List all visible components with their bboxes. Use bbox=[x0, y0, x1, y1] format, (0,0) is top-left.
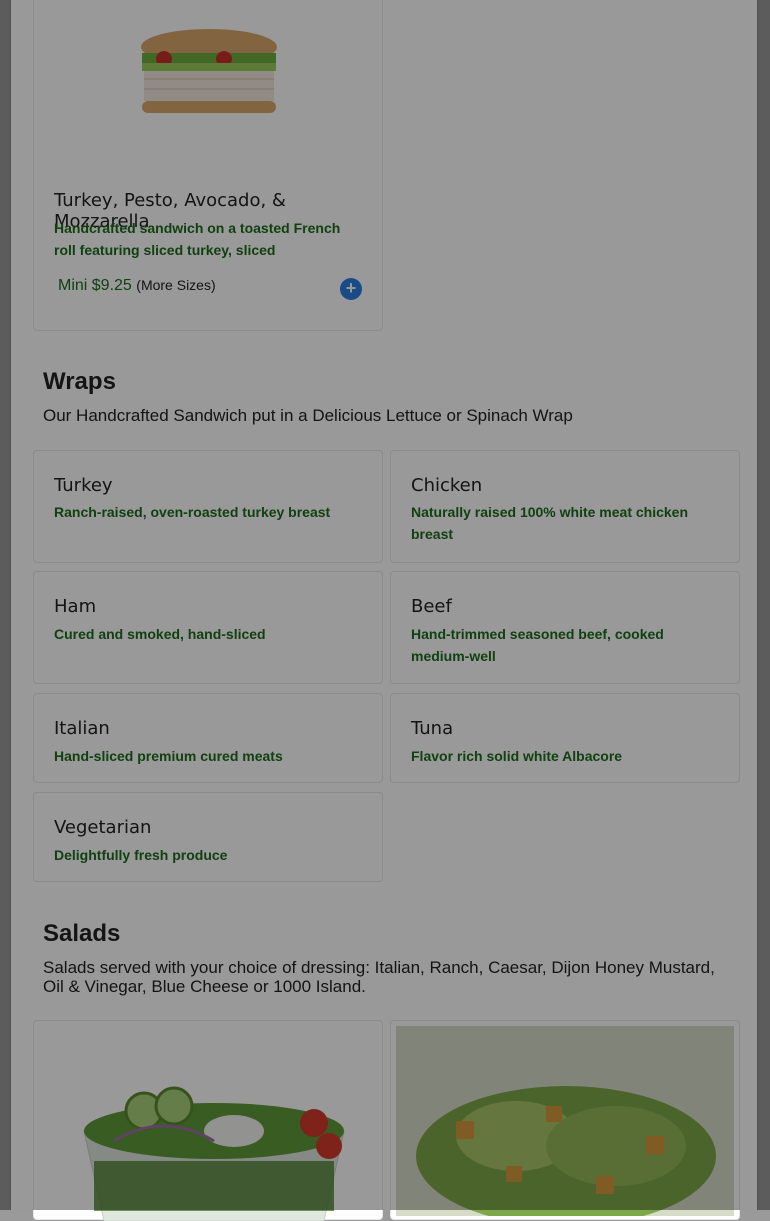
wrap-item-description: Ranch-raised, oven-roasted turkey breast bbox=[54, 504, 331, 520]
wrap-item-description: Hand-sliced premium cured meats bbox=[54, 748, 283, 764]
wrap-item-description: Naturally raised 100% white meat chicken… bbox=[411, 504, 689, 542]
wrap-item-card[interactable]: Italian Hand-sliced premium cured meats bbox=[33, 693, 383, 783]
price-label: Mini $9.25 bbox=[58, 277, 132, 294]
wrap-item-title: Turkey bbox=[54, 475, 113, 496]
salad-image bbox=[83, 1086, 345, 1221]
add-to-cart-icon[interactable]: + bbox=[340, 278, 362, 300]
wrap-item-title: Vegetarian bbox=[54, 817, 152, 838]
wrap-item-description: Cured and smoked, hand-sliced bbox=[54, 626, 266, 642]
wrap-item-card[interactable]: Tuna Flavor rich solid white Albacore bbox=[390, 693, 740, 783]
wrap-item-description: Delightfully fresh produce bbox=[54, 847, 228, 863]
wrap-item-card[interactable]: Ham Cured and smoked, hand-sliced bbox=[33, 571, 383, 684]
menu-item-description: Handcrafted sandwich on a toasted French… bbox=[54, 220, 341, 258]
section-title-wraps: Wraps bbox=[43, 368, 116, 395]
menu-page: Turkey, Pesto, Avocado, & Mozzarella Han… bbox=[10, 0, 758, 1221]
section-subtitle-wraps: Our Handcrafted Sandwich put in a Delici… bbox=[43, 406, 573, 425]
wrap-item-title: Beef bbox=[411, 596, 452, 617]
caesar-salad-image bbox=[396, 1026, 734, 1216]
menu-item-card[interactable]: Turkey, Pesto, Avocado, & Mozzarella Han… bbox=[33, 0, 383, 331]
wrap-item-card[interactable]: Chicken Naturally raised 100% white meat… bbox=[390, 450, 740, 563]
wrap-item-title: Chicken bbox=[411, 475, 483, 496]
wrap-item-description: Flavor rich solid white Albacore bbox=[411, 748, 623, 764]
section-subtitle-salads: Salads served with your choice of dressi… bbox=[43, 958, 715, 996]
sandwich-image bbox=[141, 29, 277, 113]
wrap-item-title: Tuna bbox=[411, 718, 454, 739]
wrap-item-card[interactable]: Vegetarian Delightfully fresh produce bbox=[33, 792, 383, 882]
wrap-item-card[interactable]: Beef Hand-trimmed seasoned beef, cooked … bbox=[390, 571, 740, 684]
wrap-item-card[interactable]: Turkey Ranch-raised, oven-roasted turkey… bbox=[33, 450, 383, 563]
price-line: Mini $9.25 (More Sizes) bbox=[58, 277, 216, 295]
wrap-item-title: Italian bbox=[54, 718, 110, 739]
salad-item-card[interactable] bbox=[390, 1020, 740, 1220]
section-title-salads: Salads bbox=[43, 920, 121, 947]
more-sizes-link[interactable]: (More Sizes) bbox=[136, 277, 215, 293]
salad-item-card[interactable] bbox=[33, 1020, 383, 1221]
wrap-item-description: Hand-trimmed seasoned beef, cooked mediu… bbox=[411, 626, 664, 664]
wrap-item-title: Ham bbox=[54, 596, 97, 617]
